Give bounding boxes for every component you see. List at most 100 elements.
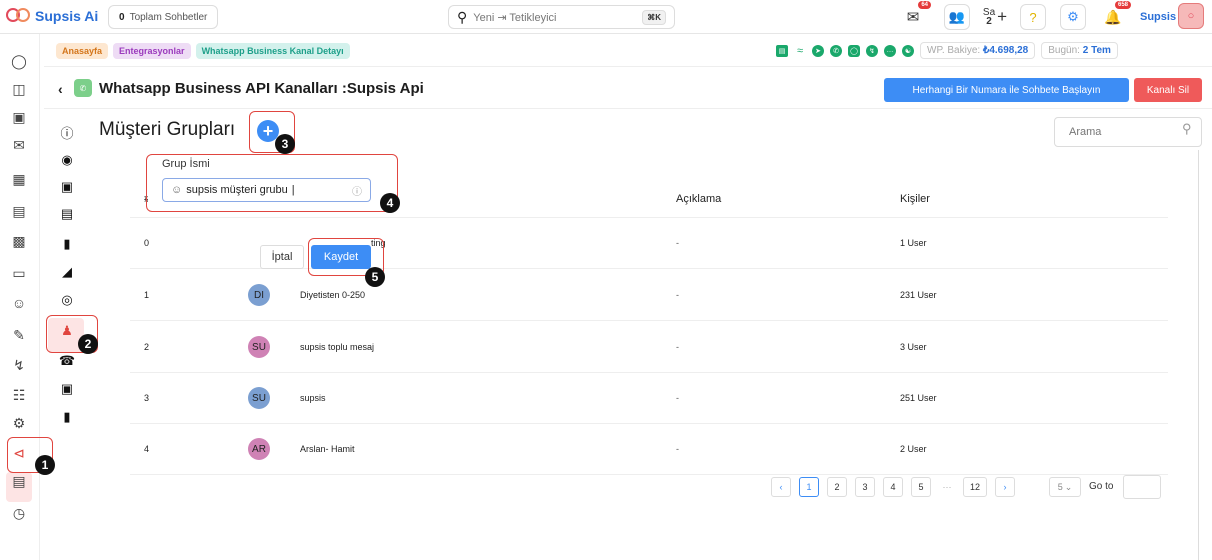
settings-rail-icon[interactable]: ⚙ [6,412,32,434]
section-title: Müşteri Grupları [99,119,236,140]
group-search-input[interactable] [1054,117,1202,147]
help-icon[interactable]: ? [1020,4,1046,30]
total-chats-count: 0 [119,11,125,23]
wifi-icon[interactable]: ≈ [794,44,806,57]
col-contacts: Kişiler [900,193,930,205]
mail-badge: 64 [918,1,931,9]
calendar-icon[interactable]: ▦ [6,168,32,190]
user-switch[interactable]: Sa 2 + [976,4,1014,30]
annotation-number-2: 2 [78,334,98,354]
user-count: 2 [986,16,992,27]
whatsapp-channel-icon: ✆ [74,79,92,97]
row-name: Arslan- Hamit [300,444,355,454]
row-description: - [676,342,679,352]
page-button[interactable]: 1 [799,477,819,497]
scrollbar[interactable] [1198,150,1202,560]
page-button[interactable]: 3 [855,477,875,497]
search-shortcut: ⌘K [642,9,666,25]
gear-icon[interactable]: ⚙ [1060,4,1086,30]
total-chats-label: Toplam Sohbetler [129,11,208,23]
eye-icon[interactable]: ◉ [58,151,76,169]
breadcrumb-integrations[interactable]: Entegrasyonlar [113,43,191,59]
row-users: 3 User [900,342,927,352]
global-search[interactable]: ⚲ Yeni ⇥ Tetikleyici ⌘K [448,5,675,29]
wallet-icon[interactable]: ▣ [58,178,76,196]
breadcrumb: Anasayfa Entegrasyonlar Whatsapp Busines… [56,43,350,59]
prev-page-button[interactable]: ‹ [771,477,791,497]
bell-icon[interactable]: 🔔 658 [1100,1,1131,30]
delete-channel-button[interactable]: Kanalı Sil [1134,78,1202,102]
start-chat-button[interactable]: Herhangi Bir Numara ile Sohbete Başlayın [884,78,1129,102]
document-icon[interactable]: ▤ [6,200,32,222]
whatsapp-icon[interactable]: ✆ [830,44,842,57]
info-icon[interactable]: ⓘ [58,123,76,141]
pagination: ‹ 1 2 3 4 5 ··· 12 › [771,477,1015,497]
fingerprint-icon[interactable]: ◎ [58,291,76,309]
phone-icon[interactable]: ☎ [58,352,76,370]
row-description: - [676,393,679,403]
table-row[interactable]: 4 AR Arslan- Hamit - 2 User [130,424,1168,475]
page-button[interactable]: 4 [883,477,903,497]
annotation-number-3: 3 [275,134,295,154]
global-search-text: Yeni ⇥ Tetikleyici [473,11,557,24]
notify-badge: 658 [1114,1,1131,9]
page-button[interactable]: 2 [827,477,847,497]
row-description: - [676,444,679,454]
balance-box: WP. Bakiye: ₺4.698,28 [920,42,1036,59]
cards-icon[interactable]: ▤ [6,470,32,492]
table-row[interactable]: 1 DI Diyetisten 0-250 - 231 User [130,270,1168,321]
chevron-down-icon: ⌄ [1064,481,1073,492]
page-size-select[interactable]: 5 ⌄ [1049,477,1081,497]
telegram-icon[interactable]: ➤ [812,44,824,57]
lightning-icon[interactable]: ↯ [6,354,32,376]
file-export-icon[interactable]: ▮ [58,408,76,426]
robot-icon[interactable]: ▤ [776,44,788,57]
app-name: Supsis Ai [35,8,99,24]
inbox-icon[interactable]: ▭ [6,262,32,284]
row-users: 231 User [900,290,937,300]
message-icon[interactable]: ◢ [58,263,76,281]
ticket-icon[interactable]: ▩ [6,230,32,252]
team-icon[interactable]: 👥 [944,4,970,30]
sms-icon[interactable]: … [884,44,896,57]
goto-input[interactable] [1123,475,1161,499]
annotation-number-1: 1 [35,455,55,475]
table-row[interactable]: 2 SU supsis toplu mesaj - 3 User [130,322,1168,373]
plus-icon: + [997,7,1008,26]
back-icon[interactable]: ‹ [58,81,63,97]
chat-icon[interactable]: ◯ [6,50,32,72]
breadcrumb-home[interactable]: Anasayfa [56,43,109,59]
row-index: 3 [144,393,150,403]
page-button[interactable]: 12 [963,477,987,497]
template-icon[interactable]: ▤ [58,205,76,223]
file-icon[interactable]: ▮ [58,235,76,253]
table-row[interactable]: 3 SU supsis - 251 User [130,373,1168,424]
page-button[interactable]: 5 [911,477,931,497]
grid-icon[interactable]: ☷ [6,384,32,406]
mail-icon[interactable]: ✉ 64 [900,1,931,30]
instagram-icon[interactable]: ◯ [848,44,860,57]
avatar[interactable]: ○ [1178,3,1204,29]
contacts-card-icon[interactable]: ▣ [6,106,32,128]
next-page-button[interactable]: › [995,477,1015,497]
row-description: - [676,238,679,248]
top-bar: Supsis Ai 0 Toplam Sohbetler ⚲ Yeni ⇥ Te… [0,0,1212,34]
contact-book-icon[interactable]: ▣ [58,380,76,398]
breadcrumb-channel-detail[interactable]: Whatsapp Business Kanal Detayı [195,43,350,59]
app-logo[interactable]: Supsis Ai [6,7,98,25]
pagination-ellipsis[interactable]: ··· [939,482,955,492]
cancel-button[interactable]: İptal [260,245,304,269]
webchat-icon[interactable]: ☯ [902,44,914,57]
user-name[interactable]: Supsis [1140,11,1176,23]
edit-icon[interactable]: ✎ [6,324,32,346]
row-name: Diyetisten 0-250 [300,290,366,300]
clock-icon[interactable]: ◷ [6,502,32,524]
messenger-icon[interactable]: ↯ [866,44,878,57]
channel-status-bar: ▤ ≈ ➤ ✆ ◯ ↯ … ☯ WP. Bakiye: ₺4.698,28 Bu… [776,42,1118,59]
users-icon[interactable]: ☺ [6,292,32,314]
conversations-icon[interactable]: ◫ [6,78,32,100]
mail-rail-icon[interactable]: ✉ [6,134,32,156]
annotation-box-4 [146,154,398,212]
total-chats-pill[interactable]: 0 Toplam Sohbetler [108,5,219,29]
search-icon: ⚲ [457,8,468,25]
